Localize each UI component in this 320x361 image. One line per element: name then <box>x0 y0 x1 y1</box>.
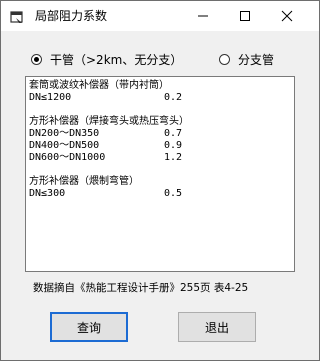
row-size: DN≤1200 <box>29 92 72 103</box>
radio-branch-pipe-label: 分支管 <box>238 52 275 67</box>
section-title: 方形补偿器（煨制弯管） <box>29 176 139 187</box>
close-button[interactable] <box>268 1 306 31</box>
row-value: 0.9 <box>164 140 183 151</box>
table-row: DN200～DN350 0.7 <box>29 128 291 140</box>
row-size: DN600～DN1000 <box>29 152 106 163</box>
radio-main-pipe[interactable]: 干管（>2km、无分支） <box>31 51 182 67</box>
radio-branch-pipe-indicator[interactable] <box>219 53 230 65</box>
minimize-button[interactable] <box>184 1 222 31</box>
row-value: 0.2 <box>164 92 183 103</box>
maximize-icon <box>239 7 251 26</box>
exit-button[interactable]: 退出 <box>178 312 256 342</box>
maximize-button[interactable] <box>226 1 264 31</box>
app-window-icon <box>10 9 24 23</box>
section-title: 方形补偿器（焊接弯头或热压弯头） <box>29 116 189 127</box>
section-title: 套筒或波纹补偿器（带内衬筒） <box>29 80 169 91</box>
table-row: DN400～DN500 0.9 <box>29 140 291 152</box>
source-footnote: 数据摘自《热能工程设计手册》255页 表4-25 <box>33 282 249 294</box>
title-bar[interactable]: 局部阻力系数 <box>1 1 319 31</box>
close-icon <box>281 7 293 26</box>
radio-main-pipe-indicator[interactable] <box>31 53 42 65</box>
table-row: DN≤300 0.5 <box>29 188 291 200</box>
row-size: DN400～DN500 <box>29 140 100 151</box>
table-row: DN≤1200 0.2 <box>29 92 291 104</box>
row-value: 1.2 <box>164 152 183 163</box>
radio-branch-pipe[interactable]: 分支管 <box>219 51 274 67</box>
row-value: 0.5 <box>164 188 183 199</box>
row-size: DN200～DN350 <box>29 128 100 139</box>
row-size: DN≤300 <box>29 188 66 199</box>
query-button[interactable]: 查询 <box>50 312 128 342</box>
row-value: 0.7 <box>164 128 183 139</box>
minimize-icon <box>197 7 209 26</box>
table-row: DN600～DN1000 1.2 <box>29 152 291 164</box>
dialog-window: 局部阻力系数 干管（>2km、无分支） 分支管 套筒或波纹补偿器（带内衬筒） D… <box>0 0 320 361</box>
window-title: 局部阻力系数 <box>35 9 108 23</box>
radio-main-pipe-label: 干管（>2km、无分支） <box>50 52 183 67</box>
result-textarea[interactable]: 套筒或波纹补偿器（带内衬筒） DN≤1200 0.2 方形补偿器（焊接弯头或热压弯… <box>25 76 295 272</box>
